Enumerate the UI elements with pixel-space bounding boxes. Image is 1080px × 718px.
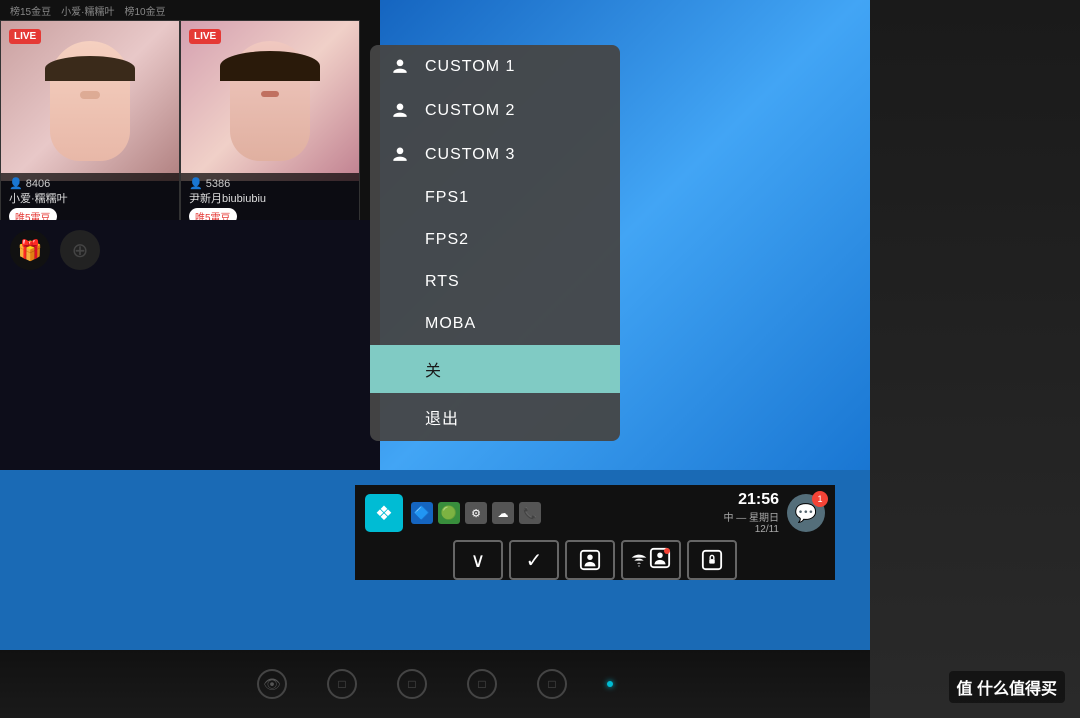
stream-thumbnail-2 bbox=[181, 21, 359, 181]
osd-item-custom3[interactable]: CUSTOM 3 bbox=[370, 133, 620, 177]
osd-item-fps2[interactable]: FPS2 bbox=[370, 219, 620, 261]
clock-day: 中 — 星期日 bbox=[723, 509, 779, 524]
header-rank-right: 榜10金豆 bbox=[124, 3, 165, 18]
osd-item-exit[interactable]: 退出 bbox=[370, 393, 620, 441]
person-icon-1 bbox=[390, 57, 410, 77]
nav-down-button[interactable]: ∨ bbox=[453, 540, 503, 580]
right-dark-area bbox=[870, 0, 1080, 718]
stream-thumbnail-1 bbox=[1, 21, 179, 181]
bezel-btn-1[interactable]: □ bbox=[327, 669, 357, 699]
osd-label-custom2: CUSTOM 2 bbox=[425, 102, 515, 120]
osd-menu: CUSTOM 1 CUSTOM 2 CUSTOM 3 FPS1 FPS2 bbox=[370, 45, 620, 441]
stream-name-2: 尹新月biubiubiu bbox=[189, 190, 351, 206]
stream-panel: 榜15金豆 小爱·糯糯叶 榜10金豆 LIVE bbox=[0, 0, 380, 220]
header-name: 小爱·糯糯叶 bbox=[61, 3, 114, 18]
osd-label-moba: MOBA bbox=[425, 315, 476, 333]
system-clock: 21:56 中 — 星期日 12/11 bbox=[723, 491, 779, 535]
profile-wifi-person bbox=[649, 547, 671, 574]
osd-label-exit: 退出 bbox=[425, 405, 459, 429]
profile-button-2[interactable] bbox=[621, 540, 681, 580]
osd-item-moba[interactable]: MOBA bbox=[370, 303, 620, 345]
bezel-btn-eye[interactable]: 👁 bbox=[257, 669, 287, 699]
profile-button-locked[interactable] bbox=[687, 540, 737, 580]
watermark: 值 什么值得买 bbox=[949, 671, 1065, 703]
power-led bbox=[607, 681, 613, 687]
chat-badge: 1 bbox=[812, 491, 828, 507]
watermark-text: 值 什么值得买 bbox=[957, 681, 1057, 698]
gift-icon: 🎁 bbox=[10, 230, 50, 270]
bezel-btn-2[interactable]: □ bbox=[397, 669, 427, 699]
bezel-btn-4[interactable]: □ bbox=[537, 669, 567, 699]
locked-profile-icon bbox=[701, 549, 723, 571]
stream-card-1[interactable]: LIVE 👤 8406 小爱·糯糯叶 唯5雷豆 bbox=[0, 20, 180, 230]
bottom-left-panel: 🎁 ⊕ bbox=[0, 220, 380, 470]
live-badge-1: LIVE bbox=[9, 29, 41, 44]
monitor-bezel: 👁 □ □ □ □ bbox=[0, 650, 870, 718]
person-icon-btn-1 bbox=[579, 549, 601, 571]
chat-notification[interactable]: 💬 1 bbox=[787, 494, 825, 532]
osd-label-rts: RTS bbox=[425, 273, 460, 291]
osd-label-fps2: FPS2 bbox=[425, 231, 469, 249]
viewer-count-1: 👤 8406 bbox=[9, 177, 171, 190]
top-header: 榜15金豆 小爱·糯糯叶 榜10金豆 bbox=[0, 0, 380, 20]
systray-icon-2[interactable]: 🟢 bbox=[438, 502, 460, 524]
viewer-count-2: 👤 5386 bbox=[189, 177, 351, 190]
live-badge-2: LIVE bbox=[189, 29, 221, 44]
taskbar: ❖ 🔷 🟢 ⚙ ☁ 📞 21:56 中 — 星期日 12/11 💬 1 ∨ ✓ bbox=[355, 485, 835, 580]
taskbar-bottom-row: ∨ ✓ bbox=[453, 540, 737, 580]
header-rank-left: 榜15金豆 bbox=[10, 3, 51, 18]
osd-item-fps1[interactable]: FPS1 bbox=[370, 177, 620, 219]
systray-icon-5[interactable]: 📞 bbox=[519, 502, 541, 524]
systray-icon-3[interactable]: ⚙ bbox=[465, 502, 487, 524]
systray-icon-4[interactable]: ☁ bbox=[492, 502, 514, 524]
systray-icons: 🔷 🟢 ⚙ ☁ 📞 bbox=[411, 502, 715, 524]
clock-time: 21:56 bbox=[723, 491, 779, 509]
stream-card-2[interactable]: LIVE 👤 5386 尹新月biubiubiu 唯5雷豆 bbox=[180, 20, 360, 230]
wifi-error-dot bbox=[664, 548, 670, 554]
wheel-icon: ⊕ bbox=[60, 230, 100, 270]
person-icon-2 bbox=[390, 101, 410, 121]
profile-button-1[interactable] bbox=[565, 540, 615, 580]
osd-item-off[interactable]: 关 bbox=[370, 345, 620, 393]
osd-label-fps1: FPS1 bbox=[425, 189, 469, 207]
osd-item-custom1[interactable]: CUSTOM 1 bbox=[370, 45, 620, 89]
person-icon-3 bbox=[390, 145, 410, 165]
osd-label-custom1: CUSTOM 1 bbox=[425, 58, 515, 76]
stream-cards: LIVE 👤 8406 小爱·糯糯叶 唯5雷豆 bbox=[0, 20, 380, 230]
gaming-arrow-button[interactable]: ❖ bbox=[365, 494, 403, 532]
osd-item-custom2[interactable]: CUSTOM 2 bbox=[370, 89, 620, 133]
osd-label-off: 关 bbox=[425, 357, 442, 381]
clock-date: 12/11 bbox=[723, 524, 779, 535]
bezel-btn-3[interactable]: □ bbox=[467, 669, 497, 699]
osd-item-rts[interactable]: RTS bbox=[370, 261, 620, 303]
osd-label-custom3: CUSTOM 3 bbox=[425, 146, 515, 164]
taskbar-top-row: ❖ 🔷 🟢 ⚙ ☁ 📞 21:56 中 — 星期日 12/11 💬 1 bbox=[365, 491, 825, 535]
systray-icon-1[interactable]: 🔷 bbox=[411, 502, 433, 524]
stream-name-1: 小爱·糯糯叶 bbox=[9, 190, 171, 206]
wifi-signal-icon bbox=[631, 552, 647, 568]
nav-confirm-button[interactable]: ✓ bbox=[509, 540, 559, 580]
